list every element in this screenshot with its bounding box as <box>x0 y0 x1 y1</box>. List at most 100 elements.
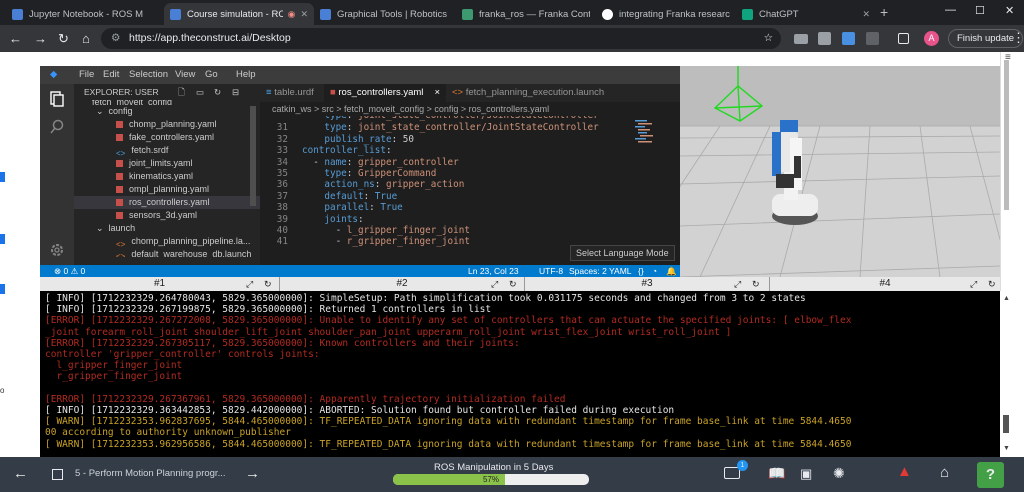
menu-selection[interactable]: Selection <box>129 69 168 80</box>
menu-file[interactable]: File <box>79 69 94 80</box>
code-line[interactable]: 34 - name: gripper_controller <box>260 157 680 168</box>
chatbot-icon[interactable]: ✺ <box>833 465 845 482</box>
code-line[interactable]: 31 type: joint_state_controller/JointSta… <box>260 122 680 133</box>
reload-icon[interactable]: ↻ <box>58 31 69 47</box>
tree-item-file[interactable]: sensors_3d.yaml <box>74 209 260 222</box>
refresh-explorer-icon[interactable]: ↻ <box>214 84 221 100</box>
indentation[interactable]: Spaces: 2 <box>569 265 607 277</box>
expand-icon[interactable]: ⤢ <box>970 277 977 291</box>
ide-code-icon[interactable]: ▣ <box>800 466 812 482</box>
expand-icon[interactable]: ⤢ <box>734 277 741 291</box>
restart-icon[interactable]: ↻ <box>264 277 272 291</box>
code-line[interactable]: 39 joints: <box>260 214 680 225</box>
terminal-tab-2[interactable]: #2 ⤢ ↻ <box>280 277 525 291</box>
collapse-all-icon[interactable]: ⊟ <box>232 84 239 100</box>
scroll-up-icon[interactable]: ▲ <box>1003 295 1010 302</box>
code-line[interactable]: 35 type: GripperCommand <box>260 168 680 179</box>
menu-go[interactable]: Go <box>205 69 218 80</box>
maximize-window-icon[interactable]: ☐ <box>975 4 985 17</box>
gazebo-simulation-view[interactable] <box>680 66 1000 277</box>
new-file-icon[interactable]: 🗋 <box>178 84 185 100</box>
restart-icon[interactable]: ↻ <box>752 277 760 291</box>
breadcrumb[interactable]: catkin_ws > src > fetch_moveit_config > … <box>260 102 680 116</box>
restart-icon[interactable]: ↻ <box>988 277 996 291</box>
terminal-output[interactable]: [ INFO] [1712232329.264780043, 5829.3650… <box>40 291 1000 457</box>
warning-icon[interactable]: ▲ <box>897 463 912 480</box>
close-window-icon[interactable]: ✕ <box>1005 4 1014 17</box>
forward-arrow-icon[interactable]: → <box>34 31 47 46</box>
minimize-window-icon[interactable]: — <box>945 4 956 16</box>
code-line[interactable]: type: joint_state_controller/JointStateC… <box>260 116 680 121</box>
close-tab-icon[interactable]: ✕ <box>862 9 870 20</box>
tree-item-file[interactable]: fake_controllers.yaml <box>74 131 260 144</box>
extension-icon[interactable] <box>818 32 831 45</box>
problems-indicator[interactable]: ⊗ 0 ⚠ 0 <box>54 265 85 277</box>
home-icon[interactable]: ⌂ <box>940 464 949 481</box>
feedback-icon[interactable]: ◔ <box>652 265 657 277</box>
new-folder-icon[interactable]: ▭ <box>196 84 204 100</box>
browser-menu-icon[interactable]: ⋮ <box>1012 30 1024 46</box>
home-icon[interactable]: ⌂ <box>82 31 90 46</box>
code-line[interactable]: 38 parallel: True <box>260 202 680 213</box>
tree-item-file-selected[interactable]: ros_controllers.yaml <box>74 196 260 209</box>
editor-tab-table-urdf[interactable]: ≡ table.urdf <box>260 84 324 102</box>
browser-tab-franka-ros[interactable]: franka_ros — Franka Contr <box>456 3 596 25</box>
editor-tab-ros-controllers[interactable]: ■ ros_controllers.yaml × <box>324 84 446 102</box>
book-notebook-icon[interactable]: 📖 <box>768 465 785 482</box>
code-line[interactable]: 37 default: True <box>260 191 680 202</box>
site-info-icon[interactable]: ⚙ <box>111 28 120 49</box>
code-line[interactable]: 32 publish_rate: 50 <box>260 134 680 145</box>
explorer-scrollbar[interactable] <box>250 106 256 206</box>
new-tab-icon[interactable]: + <box>880 4 888 20</box>
tree-item-file[interactable]: <> fetch.srdf <box>74 144 260 157</box>
terminal-tab-1[interactable]: #1 ⤢ ↻ <box>40 277 280 291</box>
close-editor-tab-icon[interactable]: × <box>434 84 440 102</box>
browser-tab-jupyter[interactable]: Jupyter Notebook - ROS M <box>6 3 164 25</box>
explorer-files-icon[interactable] <box>49 91 65 107</box>
expand-icon[interactable]: ⤢ <box>491 277 498 291</box>
scroll-down-icon[interactable]: ▼ <box>1003 445 1010 452</box>
back-arrow-icon[interactable]: ← <box>9 31 22 46</box>
previous-arrow-icon[interactable]: ← <box>13 465 28 482</box>
tree-item-folder-launch[interactable]: ⌄ launch <box>74 222 260 235</box>
search-icon[interactable] <box>49 119 65 135</box>
editor-tab-fetch-planning-launch[interactable]: <> fetch_planning_execution.launch <box>446 84 616 102</box>
page-scrollbar[interactable] <box>1004 60 1009 210</box>
tree-item-file[interactable]: <> chomp_planning_pipeline.la... <box>74 235 260 248</box>
next-arrow-icon[interactable]: → <box>245 465 260 482</box>
extension-icon[interactable] <box>794 34 808 44</box>
language-mode[interactable]: YAML <box>609 265 632 277</box>
terminal-tab-3[interactable]: #3 ⤢ ↻ <box>525 277 770 291</box>
terminal-scrollbar[interactable]: ▲ ▼ <box>1000 291 1012 457</box>
expand-icon[interactable]: ⤢ <box>246 277 253 291</box>
close-tab-icon[interactable]: ✕ <box>300 9 308 20</box>
tree-item-folder-config[interactable]: ⌄ config <box>74 105 260 118</box>
menu-edit[interactable]: Edit <box>103 69 119 80</box>
browser-tab-google-search[interactable]: integrating Franka research <box>596 3 736 25</box>
current-lesson-title[interactable]: 5 - Perform Motion Planning progr... <box>75 468 226 479</box>
notifications-bell-icon[interactable]: 🔔 <box>666 265 677 277</box>
address-bar[interactable]: ⚙ https://app.theconstruct.ai/Desktop ☆ <box>101 28 781 49</box>
tree-item-file[interactable]: joint_limits.yaml <box>74 157 260 170</box>
minimap[interactable] <box>635 120 655 150</box>
tree-item-file[interactable]: kinematics.yaml <box>74 170 260 183</box>
extensions-puzzle-icon[interactable] <box>866 32 879 45</box>
browser-tab-course-simulation[interactable]: Course simulation - RO ◉ ✕ <box>164 3 314 25</box>
bookmark-star-icon[interactable]: ☆ <box>764 28 773 49</box>
file-encoding[interactable]: UTF-8 <box>539 265 563 277</box>
code-line[interactable]: 40 - l_gripper_finger_joint <box>260 225 680 236</box>
help-button[interactable]: ? <box>977 462 1004 488</box>
tree-item-file[interactable]: ompl_planning.yaml <box>74 183 260 196</box>
menu-help[interactable]: Help <box>236 69 256 80</box>
download-extension-icon[interactable] <box>842 32 855 45</box>
profile-avatar[interactable]: A <box>924 31 939 46</box>
side-panel-icon[interactable] <box>898 33 909 44</box>
menu-view[interactable]: View <box>175 69 195 80</box>
code-line[interactable]: 33 controller_list: <box>260 145 680 156</box>
scroll-thumb[interactable] <box>1003 415 1009 433</box>
code-line[interactable]: 36 action_ns: gripper_action <box>260 179 680 190</box>
tree-item-file[interactable]: chomp_planning.yaml <box>74 118 260 131</box>
browser-tab-chatgpt[interactable]: ChatGPT ✕ <box>736 3 876 25</box>
terminal-tab-4[interactable]: #4 ⤢ ↻ <box>770 277 1000 291</box>
code-editor[interactable]: type: joint_state_controller/JointStateC… <box>260 116 680 265</box>
